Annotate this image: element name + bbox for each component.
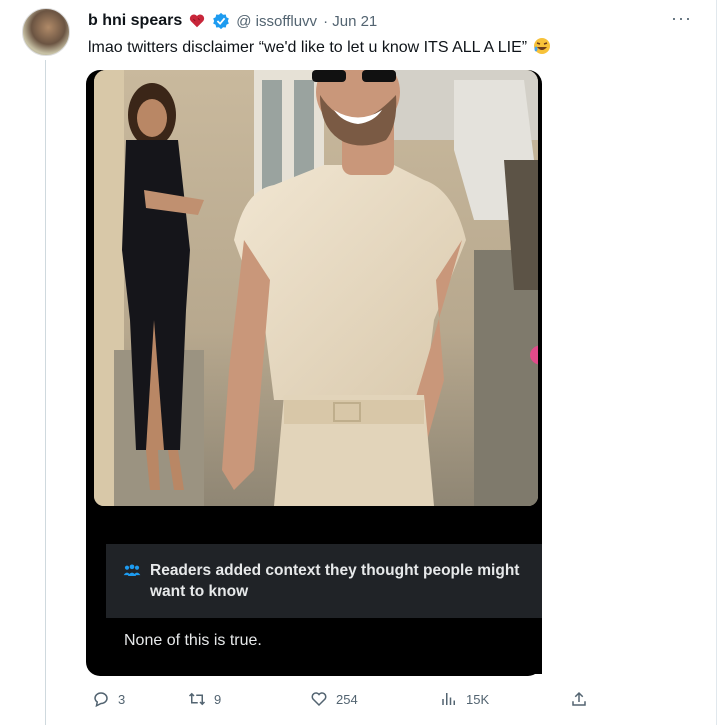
tweet-header: b hni spears @ issoffluvv · Jun 21 bbox=[88, 10, 377, 32]
verified-icon bbox=[213, 12, 230, 30]
views-button[interactable]: 15K bbox=[440, 690, 489, 708]
avatar[interactable] bbox=[22, 8, 70, 56]
tweet-actions: 3 9 254 15K bbox=[86, 690, 626, 714]
laughing-emoji-icon bbox=[533, 38, 550, 54]
people-icon bbox=[123, 564, 141, 576]
retweet-count: 9 bbox=[214, 691, 222, 707]
views-icon bbox=[442, 693, 455, 705]
like-icon bbox=[311, 692, 327, 707]
reply-icon bbox=[94, 692, 108, 708]
like-count: 254 bbox=[336, 691, 358, 707]
reply-button[interactable]: 3 bbox=[92, 690, 125, 708]
community-note-title: Readers added context they thought peopl… bbox=[150, 562, 520, 600]
heart-emoji-icon bbox=[190, 14, 205, 28]
display-name[interactable]: b hni spears bbox=[88, 12, 182, 30]
thread-line bbox=[45, 60, 46, 725]
retweet-icon bbox=[188, 692, 206, 706]
more-options-icon[interactable]: ··· bbox=[671, 8, 692, 29]
photo-image bbox=[94, 70, 538, 506]
community-note[interactable]: Readers added context they thought peopl… bbox=[106, 544, 542, 618]
community-note-header: Readers added context they thought peopl… bbox=[122, 560, 526, 602]
tweet-text: lmao twitters disclaimer “we'd like to l… bbox=[88, 36, 552, 57]
photo[interactable] bbox=[94, 70, 538, 506]
like-button[interactable]: 254 bbox=[310, 690, 358, 708]
share-button[interactable] bbox=[570, 690, 588, 708]
tweet-body: lmao twitters disclaimer “we'd like to l… bbox=[88, 39, 528, 56]
column-border bbox=[716, 0, 717, 725]
share-icon bbox=[572, 691, 586, 706]
community-note-body: None of this is true. bbox=[106, 618, 542, 674]
tweet-date[interactable]: · Jun 21 bbox=[323, 13, 377, 30]
views-count: 15K bbox=[466, 691, 490, 707]
reply-count: 3 bbox=[118, 691, 126, 707]
handle[interactable]: @ issoffluvv bbox=[236, 13, 317, 30]
retweet-button[interactable]: 9 bbox=[188, 690, 221, 708]
